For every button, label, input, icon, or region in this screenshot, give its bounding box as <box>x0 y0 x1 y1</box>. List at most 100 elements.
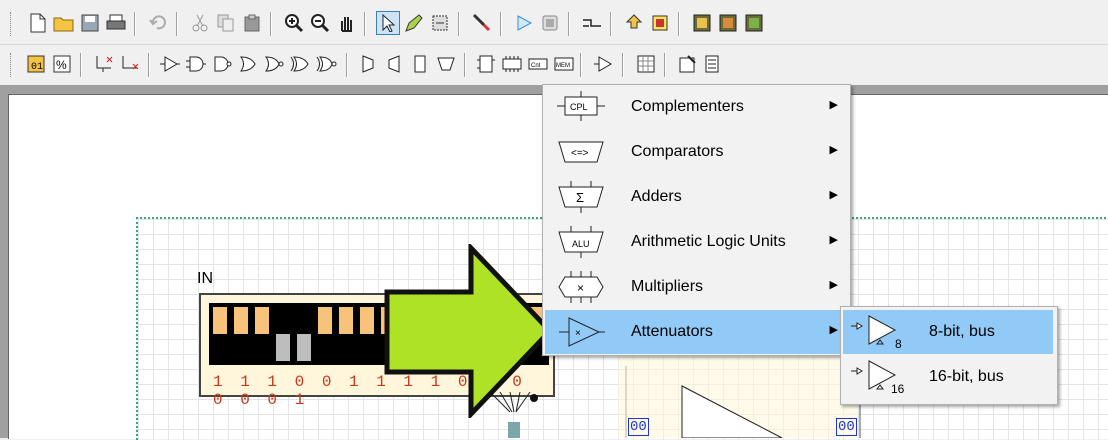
chip-a-icon[interactable] <box>690 11 714 35</box>
toolbar-grip[interactable] <box>10 53 14 77</box>
submenu-arrow-icon: ▶ <box>829 99 838 111</box>
svg-text:Cnt: Cnt <box>531 63 541 69</box>
svg-text:01: 01 <box>31 62 43 73</box>
dip-toggle-upper <box>276 307 290 334</box>
chip-b-icon[interactable] <box>716 11 740 35</box>
submenu-arrow-icon: ▶ <box>829 324 838 336</box>
register-icon[interactable]: Cnt <box>526 52 550 76</box>
probe-icon[interactable] <box>470 11 494 35</box>
chip-icon[interactable] <box>648 11 672 35</box>
buffer-icon[interactable] <box>158 52 182 76</box>
mux-icon[interactable] <box>356 52 380 76</box>
and-gate-icon[interactable] <box>184 52 208 76</box>
svg-text:8: 8 <box>895 337 902 351</box>
svg-text:CPL: CPL <box>570 102 588 112</box>
xnor-gate-icon[interactable] <box>314 52 338 76</box>
or-gate-icon[interactable] <box>236 52 260 76</box>
svg-text:%: % <box>56 58 67 72</box>
dip-toggle[interactable] <box>339 307 353 361</box>
submenu-arrow-icon: ▶ <box>829 189 838 201</box>
properties-icon[interactable] <box>676 52 700 76</box>
multiplier-icon: × <box>558 271 604 303</box>
dip-toggle[interactable] <box>213 307 227 361</box>
memory-icon[interactable]: MEM <box>552 52 576 76</box>
dip-toggle[interactable] <box>255 307 269 361</box>
pencil-icon[interactable] <box>402 11 426 35</box>
nand-gate-icon[interactable] <box>210 52 234 76</box>
dip-toggle-lower <box>360 334 374 361</box>
open-folder-icon[interactable] <box>52 11 76 35</box>
menu-item-complementers[interactable]: CPL Complementers ▶ <box>545 85 848 129</box>
dip-toggle-upper <box>360 307 374 334</box>
svg-text:Σ: Σ <box>576 190 584 205</box>
decoder-icon[interactable] <box>408 52 432 76</box>
svg-text:16: 16 <box>891 382 905 396</box>
component-context-menu: CPL Complementers ▶ <=> Comparators ▶ Σ … <box>542 84 851 356</box>
bus-tag-left: 00 <box>628 418 649 436</box>
dip-toggle[interactable] <box>318 307 332 361</box>
bus-tag-right: 00 <box>836 418 857 436</box>
dip-toggle-upper <box>339 307 353 334</box>
menu-item-label: Adders <box>631 188 682 205</box>
dip-toggle-lower <box>255 334 269 361</box>
menu-item-multipliers[interactable]: × Multipliers ▶ <box>545 265 848 309</box>
encoder-icon[interactable] <box>434 52 458 76</box>
submenu-item-8-bit-bus[interactable]: 8 8-bit, bus <box>843 310 1053 354</box>
display-icon[interactable] <box>700 52 724 76</box>
keypad-icon[interactable] <box>634 52 658 76</box>
zoom-out-icon[interactable] <box>308 11 332 35</box>
submenu-item-label: 8-bit, bus <box>929 323 995 340</box>
menu-item-label: Attenuators <box>631 323 713 340</box>
dip-toggle-lower <box>318 334 332 361</box>
save-icon[interactable] <box>78 11 102 35</box>
xor-gate-icon[interactable] <box>288 52 312 76</box>
ground-icon[interactable] <box>92 52 116 76</box>
toolbar-grip[interactable] <box>10 12 14 36</box>
print-icon[interactable] <box>104 11 128 35</box>
dip-toggle[interactable] <box>234 307 248 361</box>
menu-item-comparators[interactable]: <=> Comparators ▶ <box>545 130 848 174</box>
run-icon[interactable] <box>512 11 536 35</box>
component-wand-icon[interactable] <box>428 11 452 35</box>
flip-flop-icon[interactable] <box>474 52 498 76</box>
components-toolbar: 01 % Cnt MEM <box>0 44 1108 83</box>
menu-item-adders[interactable]: Σ Adders ▶ <box>545 175 848 219</box>
nor-gate-icon[interactable] <box>262 52 286 76</box>
chip-c-icon[interactable] <box>742 11 766 35</box>
menu-item-label: Arithmetic Logic Units <box>631 233 786 250</box>
menu-item-label: Comparators <box>631 143 724 160</box>
dip-switch-icon[interactable]: 01 <box>24 52 48 76</box>
percent-icon[interactable]: % <box>50 52 74 76</box>
submenu-arrow-icon: ▶ <box>829 144 838 156</box>
menu-item-label: Multipliers <box>631 278 704 295</box>
dip-toggle-upper <box>318 307 332 334</box>
svg-text:×: × <box>575 328 581 339</box>
svg-text:MEM: MEM <box>556 63 570 69</box>
submenu-arrow-icon: ▶ <box>829 279 838 291</box>
paste-icon[interactable] <box>240 11 264 35</box>
attenuator-component[interactable] <box>610 350 870 438</box>
dip-toggle[interactable] <box>276 307 290 361</box>
dip-toggle[interactable] <box>360 307 374 361</box>
menu-item-alu[interactable]: ALU Arithmetic Logic Units ▶ <box>545 220 848 264</box>
new-icon[interactable] <box>26 11 50 35</box>
submenu-item-16-bit-bus[interactable]: 16 16-bit, bus <box>843 355 1053 399</box>
menu-item-attenuators[interactable]: × Attenuators ▶ <box>545 310 848 354</box>
stop-icon[interactable] <box>538 11 562 35</box>
dip-toggle-lower <box>339 334 353 361</box>
zoom-in-icon[interactable] <box>282 11 306 35</box>
pan-hand-icon[interactable] <box>334 11 358 35</box>
demux-icon[interactable] <box>382 52 406 76</box>
undo-icon[interactable] <box>146 11 170 35</box>
counter-icon[interactable] <box>500 52 524 76</box>
wire-icon[interactable] <box>580 11 604 35</box>
select-arrow-icon[interactable] <box>376 11 400 35</box>
dip-toggle[interactable] <box>297 307 311 361</box>
svg-text:ALU: ALU <box>572 239 590 249</box>
attenuator-icon[interactable] <box>592 52 616 76</box>
copy-icon[interactable] <box>214 11 238 35</box>
cut-icon[interactable] <box>188 11 212 35</box>
main-toolbar <box>0 4 1108 42</box>
export-icon[interactable] <box>622 11 646 35</box>
power-icon[interactable] <box>118 52 142 76</box>
